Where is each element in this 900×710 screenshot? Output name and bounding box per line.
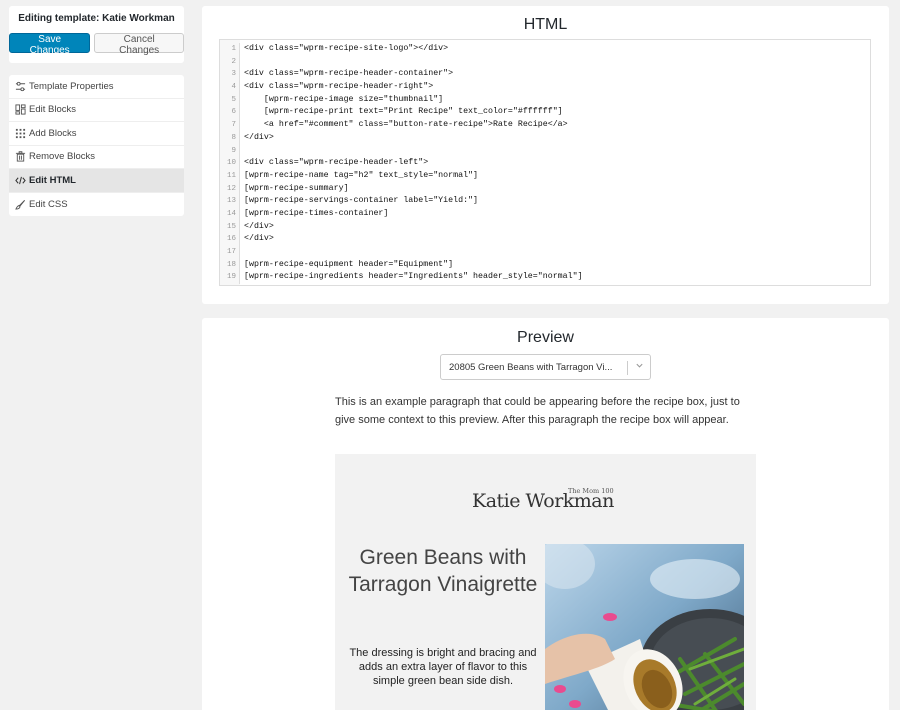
line-number: 17 xyxy=(220,246,240,259)
line-number: 8 xyxy=(220,131,240,145)
menu-item-label: Remove Blocks xyxy=(29,151,95,163)
code-text: <div class="wprm-recipe-header-right"> xyxy=(244,82,434,92)
preview-panel-title: Preview xyxy=(517,329,574,346)
menu-item-label: Edit CSS xyxy=(29,198,68,210)
code-line: 7 <a href="#comment" class="button-rate-… xyxy=(220,119,870,132)
save-changes-button[interactable]: Save Changes xyxy=(9,33,91,56)
preview-panel: Preview 20805 Green Beans with Tarragon … xyxy=(202,318,889,710)
line-number: 7 xyxy=(220,119,240,132)
line-number: 10 xyxy=(220,157,240,170)
add-blocks-icon xyxy=(14,127,26,139)
line-number: 5 xyxy=(220,93,240,107)
sliders-icon xyxy=(14,80,26,92)
recipe-select[interactable]: 20805 Green Beans with Tarragon Vi... xyxy=(440,354,651,380)
code-line: 11 [wprm-recipe-name tag="h2" text_style=… xyxy=(220,169,870,183)
site-logo: Katie Workman The Mom 100 xyxy=(472,487,622,517)
line-number: 11 xyxy=(220,169,240,183)
code-text: [wprm-recipe-times-container] xyxy=(244,208,389,218)
recipe-summary: The dressing is bright and bracing and a… xyxy=(349,647,537,687)
menu-item-template-properties[interactable]: Template Properties xyxy=(9,75,184,99)
menu-item-label: Template Properties xyxy=(29,80,114,92)
code-line: 2 xyxy=(220,55,870,69)
line-number: 13 xyxy=(220,195,240,208)
line-number: 1 xyxy=(220,43,240,56)
menu-item-add-blocks[interactable]: Add Blocks xyxy=(9,122,184,146)
code-line: 4 <div class="wprm-recipe-header-right"> xyxy=(220,81,870,94)
code-text: <div class="wprm-recipe-site-logo"></div… xyxy=(244,44,449,53)
code-line: 17 xyxy=(220,246,870,259)
html-code-editor[interactable]: 1 <div class="wprm-recipe-site-logo"></di… xyxy=(219,39,871,286)
line-number: 12 xyxy=(220,182,240,196)
html-panel-title: HTML xyxy=(523,16,568,33)
line-number: 14 xyxy=(220,207,240,221)
code-line: 3 <div class="wprm-recipe-header-containe… xyxy=(220,68,870,82)
code-text: </div> xyxy=(244,234,274,244)
code-text: [wprm-recipe-print text="Print Recipe" t… xyxy=(244,107,563,117)
menu-item-label: Add Blocks xyxy=(29,127,77,139)
template-menu: Template Properties Edit Blocks Add Bloc… xyxy=(9,75,184,216)
select-separator xyxy=(627,361,628,375)
line-number: 2 xyxy=(220,55,240,69)
code-text: [wprm-recipe-summary] xyxy=(244,183,349,193)
editing-template-label: Editing template: Katie Workman xyxy=(18,13,175,24)
code-line: 5 [wprm-recipe-image size="thumbnail"] xyxy=(220,93,870,107)
brush-icon xyxy=(14,198,26,210)
code-text: [wprm-recipe-ingredients header="Ingredi… xyxy=(244,272,583,282)
code-icon xyxy=(14,174,26,186)
code-text: [wprm-recipe-image size="thumbnail"] xyxy=(244,94,444,104)
line-number: 3 xyxy=(220,68,240,82)
html-panel: HTML 1 <div class="wprm-recipe-site-logo"… xyxy=(202,6,889,304)
menu-item-remove-blocks[interactable]: Remove Blocks xyxy=(9,146,184,169)
code-line: 10 <div class="wprm-recipe-header-left"> xyxy=(220,157,870,170)
code-text: <a href="#comment" class="button-rate-re… xyxy=(244,120,568,130)
code-text: [wprm-recipe-servings-container label="Y… xyxy=(244,196,479,206)
menu-item-edit-blocks[interactable]: Edit Blocks xyxy=(9,99,184,122)
code-line: 8 </div> xyxy=(220,131,870,145)
trash-icon xyxy=(14,151,26,163)
code-line: 16 </div> xyxy=(220,233,870,246)
menu-item-label: Edit Blocks xyxy=(29,104,76,116)
blocks-grid-icon xyxy=(14,104,26,116)
line-number: 9 xyxy=(220,144,240,158)
cancel-changes-button[interactable]: Cancel Changes xyxy=(94,33,184,56)
code-line: 12 [wprm-recipe-summary] xyxy=(220,182,870,196)
code-text: </div> xyxy=(244,132,274,142)
recipe-select-value: 20805 Green Beans with Tarragon Vi... xyxy=(449,361,613,373)
code-text: </div> xyxy=(244,221,274,231)
menu-item-label: Edit HTML xyxy=(29,174,76,186)
code-line: 18 [wprm-recipe-equipment header="Equipme… xyxy=(220,258,870,272)
code-line: 1 <div class="wprm-recipe-site-logo"></di… xyxy=(220,43,870,56)
code-line: 15 </div> xyxy=(220,220,870,234)
sidebar: Editing template: Katie Workman Save Cha… xyxy=(0,0,193,710)
line-number: 16 xyxy=(220,233,240,246)
recipe-image xyxy=(545,544,744,710)
menu-item-edit-css[interactable]: Edit CSS xyxy=(9,193,184,217)
code-text: <div class="wprm-recipe-header-container… xyxy=(244,69,454,79)
chevron-down-icon[interactable] xyxy=(635,361,644,373)
code-line: 19 [wprm-recipe-ingredients header="Ingre… xyxy=(220,271,870,285)
line-number: 18 xyxy=(220,258,240,272)
line-number: 15 xyxy=(220,220,240,234)
intro-paragraph: This is an example paragraph that could … xyxy=(335,396,740,426)
code-text: [wprm-recipe-equipment header="Equipment… xyxy=(244,259,454,269)
code-lines: 1 <div class="wprm-recipe-site-logo"></di… xyxy=(220,40,870,285)
line-number: 19 xyxy=(220,271,240,285)
logo-sub-text: The Mom 100 xyxy=(568,487,614,495)
line-number: 6 xyxy=(220,106,240,120)
menu-item-edit-html[interactable]: Edit HTML xyxy=(9,169,184,193)
code-line: 9 xyxy=(220,144,870,158)
code-line: 6 [wprm-recipe-print text="Print Recipe"… xyxy=(220,106,870,120)
recipe-title: Green Beans with Tarragon Vinaigrette xyxy=(348,546,538,596)
code-line: 14 [wprm-recipe-times-container] xyxy=(220,207,870,221)
line-number: 4 xyxy=(220,81,240,94)
code-text: <div class="wprm-recipe-header-left"> xyxy=(244,158,429,168)
recipe-box: Katie Workman The Mom 100 Green Beans wi… xyxy=(335,454,756,710)
code-text: [wprm-recipe-name tag="h2" text_style="n… xyxy=(244,170,479,180)
template-header-card: Editing template: Katie Workman Save Cha… xyxy=(9,6,184,63)
code-line: 13 [wprm-recipe-servings-container label=… xyxy=(220,195,870,208)
